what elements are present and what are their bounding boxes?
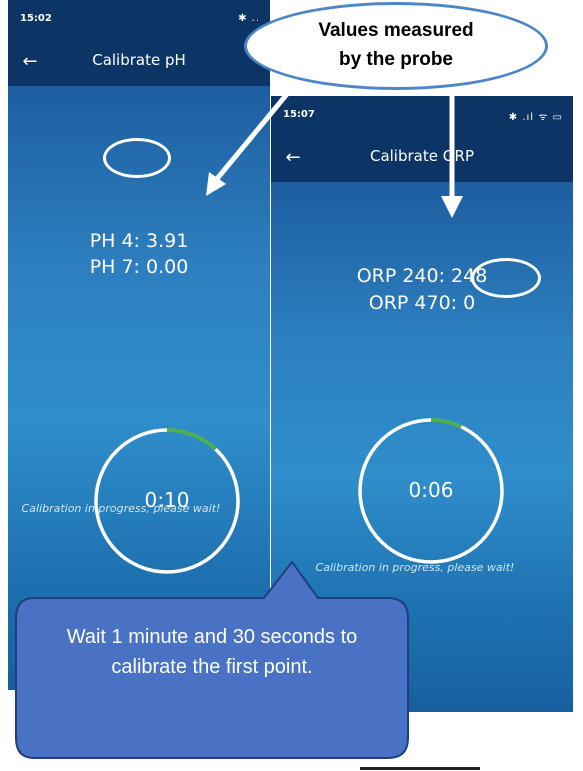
status-time: 15:02 [20, 13, 52, 24]
countdown-timer: 0:10 [92, 426, 242, 576]
callout-values-measured: Values measured by the probe [244, 2, 548, 90]
page-title: Calibrate ORP [369, 147, 475, 165]
app-bar: ← Calibrate pH [8, 38, 270, 86]
divider [360, 767, 480, 770]
status-bar: 15:02 ✱ .. [8, 0, 270, 38]
callout-text: Values measured by the probe [244, 16, 548, 74]
reading-orp470: ORP 470: 0 [368, 292, 476, 314]
status-icons: ✱ .ıl ᯤ ▭ [508, 112, 563, 123]
reading-ph4: PH 4: 3.91 [89, 230, 189, 252]
callout-line-2: by the probe [338, 49, 453, 70]
page-title: Calibrate pH [92, 51, 186, 69]
highlight-oval [471, 258, 541, 298]
status-bar: 15:07 ✱ .ıl ᯤ ▭ [271, 96, 573, 134]
callout-line-1: Values measured [318, 20, 474, 41]
timer-value: 0:06 [408, 478, 454, 502]
progress-message: Calibration in progress, please wait! [21, 502, 221, 515]
reading-ph7: PH 7: 0.00 [89, 256, 189, 278]
callout-text: Wait 1 minute and 30 seconds to calibrat… [66, 626, 358, 678]
status-time: 15:07 [283, 109, 315, 120]
callout-wait-instruction: Wait 1 minute and 30 seconds to calibrat… [14, 560, 410, 760]
highlight-oval [103, 138, 171, 178]
app-bar: ← Calibrate ORP [271, 134, 573, 182]
countdown-timer: 0:06 [356, 416, 506, 566]
